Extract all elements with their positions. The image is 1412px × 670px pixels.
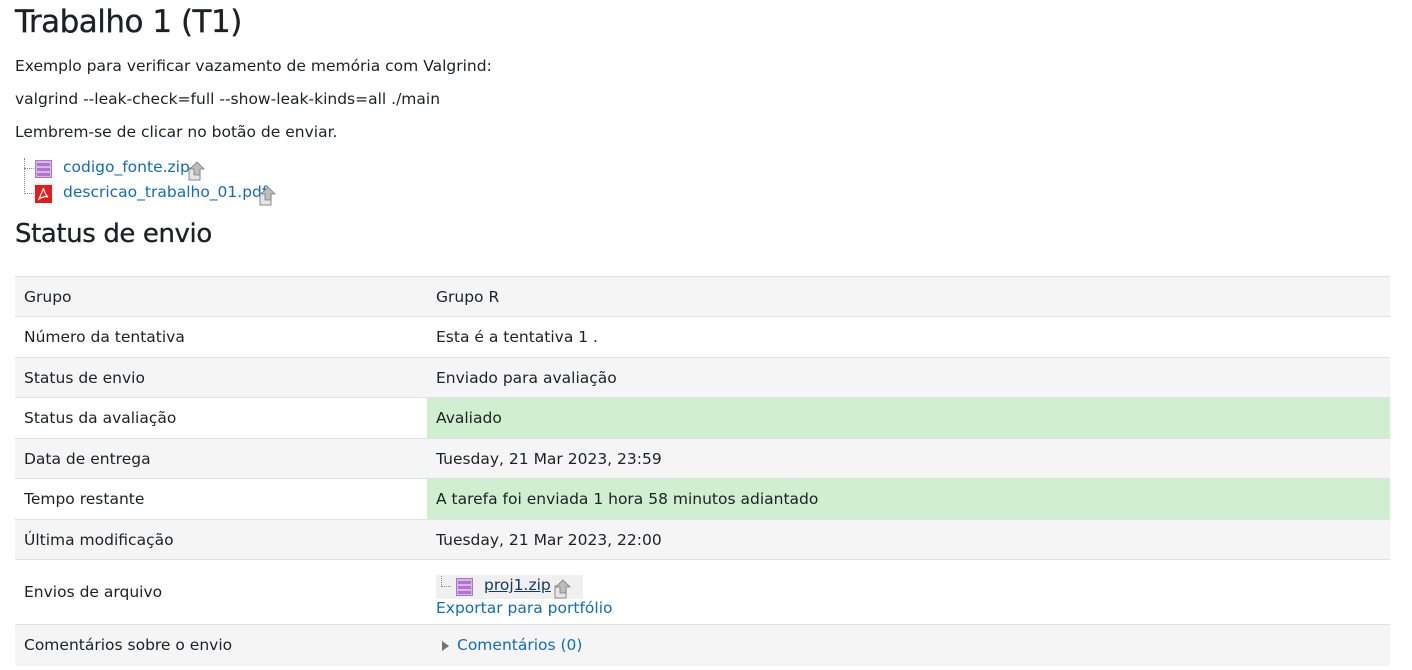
tree-connector bbox=[24, 158, 25, 192]
table-row: Status da avaliação Avaliado bbox=[15, 397, 1390, 439]
comments-cell: Comentários (0) bbox=[427, 624, 1390, 666]
tree-connector bbox=[24, 193, 34, 194]
file-submissions-cell: proj1.zip Exportar para portfólio bbox=[427, 559, 1390, 625]
table-row: Grupo Grupo R bbox=[15, 276, 1390, 317]
row-label: Comentários sobre o envio bbox=[15, 624, 427, 666]
row-label: Status de envio bbox=[15, 357, 427, 398]
last-modified-value: Tuesday, 21 Mar 2023, 22:00 bbox=[427, 519, 1390, 560]
expand-arrow-icon[interactable] bbox=[442, 640, 449, 651]
assignment-page: Trabalho 1 (T1) Exemplo para verificar v… bbox=[0, 0, 1412, 670]
submitted-file-link[interactable]: proj1.zip bbox=[484, 576, 551, 594]
page-title: Trabalho 1 (T1) bbox=[15, 4, 243, 40]
table-row: Número da tentativa Esta é a tentativa 1… bbox=[15, 316, 1390, 358]
table-row: Data de entrega Tuesday, 21 Mar 2023, 23… bbox=[15, 438, 1390, 479]
row-label: Envios de arquivo bbox=[15, 559, 427, 625]
row-label: Número da tentativa bbox=[15, 316, 427, 358]
section-heading: Status de envio bbox=[15, 219, 213, 249]
submitted-file: proj1.zip bbox=[436, 575, 583, 599]
table-row: Status de envio Enviado para avaliação bbox=[15, 357, 1390, 398]
submission-status-value: Enviado para avaliação bbox=[427, 357, 1390, 398]
row-label: Tempo restante bbox=[15, 478, 427, 520]
pdf-file-icon bbox=[35, 185, 52, 203]
portfolio-export-icon[interactable] bbox=[554, 579, 572, 599]
table-row: Envios de arquivo proj1.zip Exportar par… bbox=[15, 559, 1390, 625]
table-row: Tempo restante A tarefa foi enviada 1 ho… bbox=[15, 478, 1390, 520]
portfolio-export-icon[interactable] bbox=[188, 161, 206, 181]
zip-file-icon bbox=[456, 578, 473, 596]
row-label: Última modificação bbox=[15, 519, 427, 560]
zip-file-icon bbox=[35, 160, 52, 178]
due-date-value: Tuesday, 21 Mar 2023, 23:59 bbox=[427, 438, 1390, 479]
row-label: Data de entrega bbox=[15, 438, 427, 479]
time-remaining-value: A tarefa foi enviada 1 hora 58 minutos a… bbox=[427, 478, 1390, 520]
row-value: Esta é a tentativa 1 . bbox=[427, 316, 1390, 358]
comments-link[interactable]: Comentários (0) bbox=[457, 636, 582, 654]
table-row: Comentários sobre o envio Comentários (0… bbox=[15, 624, 1390, 666]
row-label: Grupo bbox=[15, 276, 427, 317]
attachment-link[interactable]: codigo_fonte.zip bbox=[63, 158, 190, 176]
row-label: Status da avaliação bbox=[15, 397, 427, 439]
intro-line-1: Exemplo para verificar vazamento de memó… bbox=[15, 57, 492, 75]
tree-connector bbox=[441, 576, 451, 587]
portfolio-export-icon[interactable] bbox=[259, 186, 277, 206]
tree-connector bbox=[24, 168, 34, 169]
export-portfolio-link[interactable]: Exportar para portfólio bbox=[436, 599, 612, 617]
grading-status-value: Avaliado bbox=[427, 397, 1390, 439]
intro-line-2: valgrind --leak-check=full --show-leak-k… bbox=[15, 90, 441, 108]
submission-status-table: Grupo Grupo R Número da tentativa Esta é… bbox=[15, 276, 1390, 666]
attachment-link[interactable]: descricao_trabalho_01.pdf bbox=[63, 183, 267, 201]
intro-line-3: Lembrem-se de clicar no botão de enviar. bbox=[15, 123, 338, 141]
row-value: Grupo R bbox=[427, 276, 1390, 317]
table-row: Última modificação Tuesday, 21 Mar 2023,… bbox=[15, 519, 1390, 560]
